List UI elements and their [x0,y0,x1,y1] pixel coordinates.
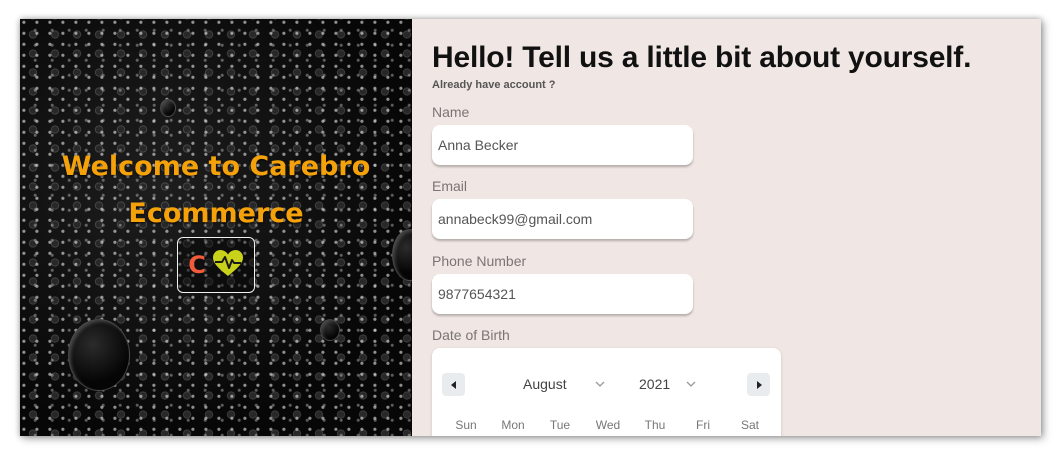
weekday-mon: Mon [501,418,525,432]
weekday-wed: Wed [595,418,621,432]
signup-form-panel: Hello! Tell us a little bit about yourse… [412,19,1041,436]
phone-label: Phone Number [432,253,527,269]
water-drop-decoration [68,319,130,391]
chevron-left-icon [450,380,456,389]
name-input[interactable] [432,125,693,165]
chevron-down-icon [595,381,605,387]
brand-logo: C [177,237,255,293]
name-label: Name [432,104,470,120]
weekday-sat: Sat [740,418,759,432]
water-drop-decoration [160,99,176,117]
weekday-thu: Thu [644,418,666,432]
page-title: Hello! Tell us a little bit about yourse… [432,41,972,74]
welcome-heading: Welcome to Carebro Ecommerce [20,143,412,237]
login-link[interactable]: Already have account ? [432,79,556,91]
weekday-tue: Tue [549,418,571,432]
year-value: 2021 [639,376,671,392]
year-select[interactable]: 2021 [639,376,696,392]
heart-pulse-icon [212,249,244,282]
phone-input[interactable] [432,274,693,314]
weekday-fri: Fri [696,418,710,432]
date-picker: August 2021 Sun Mon Tue Wed Thu Fri Sat [432,348,781,436]
month-select[interactable]: August [523,376,605,392]
next-month-button[interactable] [747,373,770,396]
email-label: Email [432,178,468,194]
signup-card: Welcome to Carebro Ecommerce C Hello! Te… [20,19,1041,436]
month-value: August [523,376,567,392]
prev-month-button[interactable] [442,373,465,396]
chevron-down-icon [686,381,696,387]
welcome-panel: Welcome to Carebro Ecommerce C [20,19,428,436]
welcome-line-2: Ecommerce [128,198,304,229]
dob-label: Date of Birth [432,327,510,343]
chevron-right-icon [756,380,762,389]
welcome-line-1: Welcome to Carebro [61,151,371,182]
email-input[interactable] [432,199,693,239]
logo-letter: C [188,251,206,279]
water-drop-decoration [320,319,340,341]
weekday-sun: Sun [455,418,477,432]
